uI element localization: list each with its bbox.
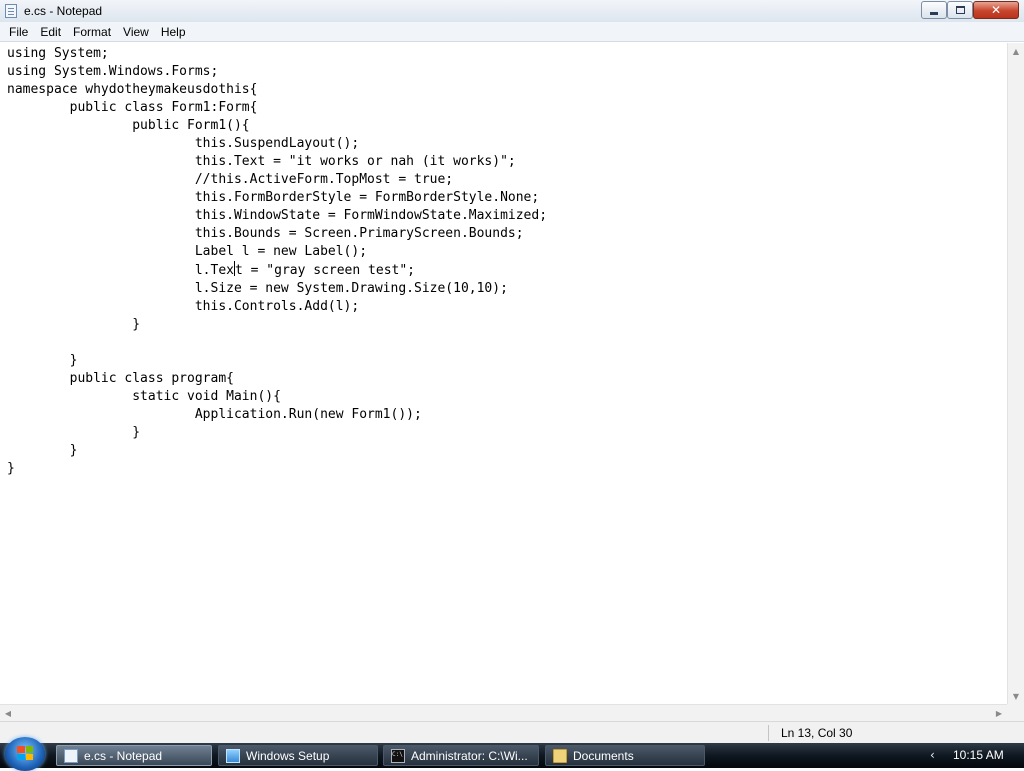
taskbar-button-label: e.cs - Notepad [84,748,163,763]
window-title: e.cs - Notepad [24,4,103,18]
scrollbar-corner [1007,704,1024,721]
menu-view[interactable]: View [118,23,154,41]
code-line[interactable]: namespace whydotheymakeusdothis{ [7,82,257,97]
maximize-button[interactable] [947,1,973,19]
minimize-button[interactable] [921,1,947,19]
scroll-right-icon[interactable]: ▶ [991,705,1007,721]
code-line[interactable]: } [7,425,140,440]
status-divider [768,725,769,741]
start-button[interactable] [5,737,45,771]
code-line[interactable]: } [7,317,140,332]
code-line[interactable]: l.Text = "gray screen test"; [7,261,415,278]
taskbar-button-label: Documents [573,748,634,763]
close-icon: ✕ [990,3,1002,17]
code-line[interactable]: public class program{ [7,371,234,386]
close-button[interactable]: ✕ [973,1,1019,19]
taskbar-button-command-prompt[interactable]: Administrator: C:\Wi... [383,745,539,766]
horizontal-scrollbar[interactable]: ◀ ▶ [0,704,1007,721]
code-line[interactable]: } [7,461,15,476]
cursor-position: Ln 13, Col 30 [781,726,853,740]
code-line[interactable]: Label l = new Label(); [7,244,367,259]
taskbar-button-label: Windows Setup [246,748,330,763]
code-line[interactable]: this.Bounds = Screen.PrimaryScreen.Bound… [7,226,524,241]
code-line[interactable]: this.SuspendLayout(); [7,136,359,151]
text-editor[interactable]: using System; using System.Windows.Forms… [0,43,1007,704]
code-text[interactable]: using System; using System.Windows.Forms… [0,43,1007,478]
text-caret [233,261,235,276]
vertical-scrollbar[interactable]: ▲ ▼ [1007,43,1024,704]
taskbar-button-notepad[interactable]: e.cs - Notepad [56,745,212,766]
code-line[interactable]: //this.ActiveForm.TopMost = true; [7,172,453,187]
code-line[interactable]: } [7,443,78,458]
code-line[interactable]: using System; [7,46,109,61]
taskbar-button-windows-setup[interactable]: Windows Setup [218,745,378,766]
taskbar-button-documents[interactable]: Documents [545,745,705,766]
show-hidden-icons-chevron-icon[interactable]: ‹ [930,748,935,762]
taskbar-button-label: Administrator: C:\Wi... [411,748,528,763]
title-bar[interactable]: e.cs - Notepad ✕ [0,0,1024,23]
taskbar: e.cs - Notepad Windows Setup Administrat… [0,737,1024,771]
menu-bar: File Edit Format View Help [0,22,1024,42]
maximize-icon [955,6,965,14]
notepad-icon [64,748,78,763]
code-line[interactable]: this.WindowState = FormWindowState.Maxim… [7,208,547,223]
scroll-down-icon[interactable]: ▼ [1008,688,1024,704]
code-line[interactable]: l.Size = new System.Drawing.Size(10,10); [7,281,508,296]
code-line[interactable]: this.Controls.Add(l); [7,299,359,314]
minimize-icon [930,11,938,15]
notepad-icon[interactable] [5,4,17,18]
menu-format[interactable]: Format [68,23,116,41]
menu-file[interactable]: File [4,23,33,41]
code-line[interactable]: static void Main(){ [7,389,281,404]
windows-logo-icon [17,746,33,760]
status-bar: Ln 13, Col 30 [0,721,1024,743]
code-line[interactable]: this.Text = "it works or nah (it works)"… [7,154,516,169]
menu-help[interactable]: Help [156,23,191,41]
code-line[interactable]: public class Form1:Form{ [7,100,258,115]
code-line[interactable]: this.FormBorderStyle = FormBorderStyle.N… [7,190,539,205]
code-line[interactable]: } [7,353,78,368]
cmd-icon [391,748,405,763]
code-line[interactable]: using System.Windows.Forms; [7,64,218,79]
scroll-left-icon[interactable]: ◀ [0,705,16,721]
code-line[interactable]: public Form1(){ [7,118,249,133]
code-line[interactable]: Application.Run(new Form1()); [7,407,422,422]
scroll-up-icon[interactable]: ▲ [1008,43,1024,59]
folder-icon [553,748,567,763]
setup-icon [226,748,240,763]
menu-edit[interactable]: Edit [35,23,66,41]
taskbar-clock[interactable]: 10:15 AM [953,748,1004,762]
